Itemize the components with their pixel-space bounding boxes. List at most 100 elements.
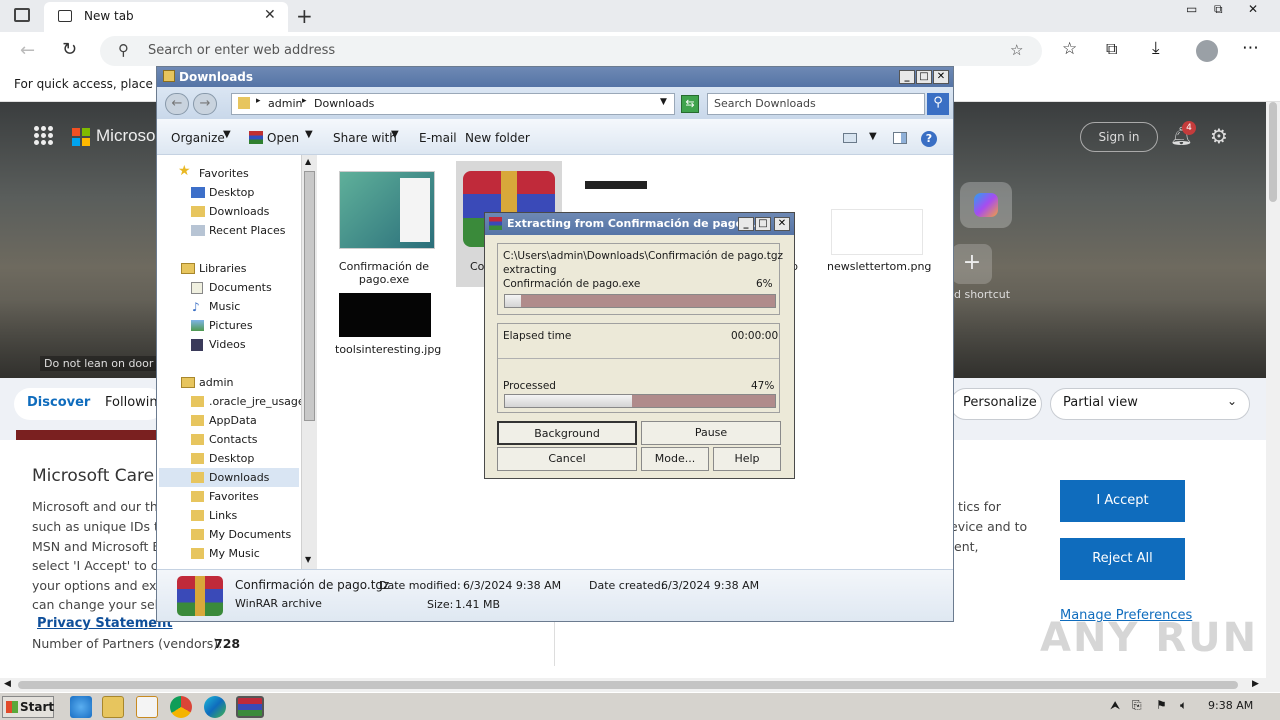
address-bar[interactable]: ⚲ Search or enter web address ☆: [100, 36, 1042, 66]
tab-following[interactable]: Followin: [105, 395, 158, 410]
jpg-file-thumbnail[interactable]: [339, 293, 431, 337]
nav-user-downloads[interactable]: Downloads: [209, 471, 269, 484]
help-icon[interactable]: ?: [921, 131, 937, 147]
file-label[interactable]: toolsinteresting.jpg: [335, 343, 441, 356]
nav-oracle-jre-usage[interactable]: .oracle_jre_usage: [209, 395, 305, 408]
accept-button[interactable]: I Accept: [1060, 480, 1185, 522]
edge-icon[interactable]: [204, 696, 226, 718]
favorites-icon[interactable]: ☆: [1062, 39, 1077, 59]
breadcrumb-dropdown-icon[interactable]: ▼: [660, 97, 667, 107]
tab-new[interactable]: New tab ✕: [44, 2, 288, 32]
background-button[interactable]: Background: [497, 421, 637, 445]
personalize-button[interactable]: Personalize: [950, 388, 1042, 420]
maximize-icon[interactable]: □: [916, 70, 932, 84]
flag-icon[interactable]: ⚑: [1156, 698, 1167, 712]
collections-icon[interactable]: ⧉: [1106, 39, 1117, 59]
settings-gear-icon[interactable]: ⚙: [1210, 124, 1228, 148]
preview-pane-icon[interactable]: [893, 132, 907, 144]
exe-file-thumbnail[interactable]: [339, 171, 435, 249]
forward-button-icon[interactable]: →: [193, 93, 217, 115]
mode-button[interactable]: Mode...: [641, 447, 709, 471]
tab-actions-icon[interactable]: [14, 8, 30, 22]
more-menu-icon[interactable]: ⋯: [1242, 38, 1259, 58]
file-label[interactable]: newslettertom.png: [827, 260, 931, 273]
sign-in-button[interactable]: Sign in: [1080, 122, 1158, 152]
downloads-icon[interactable]: ⤓: [1152, 38, 1160, 58]
profile-avatar[interactable]: [1196, 40, 1218, 62]
nav-libraries-header[interactable]: Libraries: [199, 262, 247, 275]
maximize-icon[interactable]: □: [755, 217, 771, 231]
nav-recent-places[interactable]: Recent Places: [209, 224, 286, 237]
share-with-menu[interactable]: Share with: [333, 131, 397, 145]
help-button[interactable]: Help: [713, 447, 781, 471]
explorer-titlebar[interactable]: Downloads _ □ ✕: [157, 67, 953, 87]
search-icon[interactable]: ⚲: [927, 93, 949, 115]
search-downloads-input[interactable]: Search Downloads: [707, 93, 925, 115]
png-file-thumbnail[interactable]: [831, 209, 923, 255]
apps-grid-icon[interactable]: [34, 126, 54, 146]
scroll-right-icon[interactable]: ▶: [1252, 679, 1259, 689]
close-browser-icon[interactable]: ✕: [1248, 2, 1258, 16]
breadcrumb[interactable]: ▸ admin ▸ Downloads ▼: [231, 93, 675, 115]
explorer-icon[interactable]: [102, 696, 124, 718]
nav-contacts[interactable]: Contacts: [209, 433, 258, 446]
page-horizontal-scrollbar[interactable]: ◀ ▶: [0, 678, 1280, 692]
minimize-icon[interactable]: _: [899, 70, 915, 84]
clock[interactable]: 9:38 AM: [1208, 699, 1253, 712]
cancel-button[interactable]: Cancel: [497, 447, 637, 471]
tray-expand-icon[interactable]: ⮝: [1110, 698, 1120, 713]
chevron-down-icon[interactable]: ▼: [391, 129, 399, 140]
image-file-thumbnail[interactable]: [585, 181, 647, 189]
refresh-icon[interactable]: ↻: [62, 39, 77, 60]
volume-icon[interactable]: 🔈︎: [1180, 698, 1187, 713]
copilot-shortcut-icon[interactable]: [960, 182, 1012, 228]
view-options-icon[interactable]: [843, 133, 857, 143]
start-button[interactable]: Start: [2, 696, 54, 718]
breadcrumb-separator-icon[interactable]: ▸: [256, 96, 261, 106]
nav-user-favorites[interactable]: Favorites: [209, 490, 259, 503]
nav-my-music[interactable]: My Music: [209, 547, 260, 560]
nav-favorites-header[interactable]: Favorites: [199, 167, 249, 180]
scroll-left-icon[interactable]: ◀: [4, 679, 11, 689]
add-shortcut-button[interactable]: +: [952, 244, 992, 284]
nav-downloads[interactable]: Downloads: [209, 205, 269, 218]
organize-menu[interactable]: Organize: [171, 131, 225, 145]
breadcrumb-separator-icon[interactable]: ▸: [302, 96, 307, 106]
back-icon[interactable]: ←: [20, 40, 35, 61]
network-icon[interactable]: ⎘: [1132, 698, 1142, 713]
new-tab-button[interactable]: +: [296, 4, 313, 28]
nav-pane-scrollbar[interactable]: ▲ ▼: [301, 155, 317, 569]
minimize-icon[interactable]: _: [738, 217, 754, 231]
tab-discover[interactable]: Discover: [27, 395, 90, 410]
close-icon[interactable]: ✕: [933, 70, 949, 84]
nav-user-desktop[interactable]: Desktop: [209, 452, 254, 465]
close-icon[interactable]: ✕: [774, 217, 790, 231]
breadcrumb-admin[interactable]: admin: [268, 97, 302, 110]
nav-music[interactable]: Music: [209, 300, 240, 313]
nav-documents[interactable]: Documents: [209, 281, 272, 294]
nav-appdata[interactable]: AppData: [209, 414, 257, 427]
nav-pictures[interactable]: Pictures: [209, 319, 253, 332]
add-favorite-icon[interactable]: ☆: [1010, 41, 1023, 59]
nav-links[interactable]: Links: [209, 509, 237, 522]
scroll-thumb[interactable]: [18, 681, 1238, 689]
winrar-taskbar-icon[interactable]: [236, 696, 264, 718]
chevron-down-icon[interactable]: ▼: [305, 129, 313, 140]
nav-admin-header[interactable]: admin: [199, 376, 233, 389]
scroll-down-icon[interactable]: ▼: [305, 555, 311, 564]
view-select[interactable]: Partial view ⌄: [1050, 388, 1250, 420]
chevron-down-icon[interactable]: ▼: [869, 131, 877, 142]
restore-browser-icon[interactable]: ⧉: [1214, 2, 1223, 17]
chevron-down-icon[interactable]: ▼: [223, 129, 231, 140]
refresh-icon[interactable]: ⇆: [681, 95, 699, 113]
scroll-thumb[interactable]: [304, 171, 315, 421]
rar-titlebar[interactable]: Extracting from Confirmación de pago....…: [485, 213, 794, 235]
minimize-browser-icon[interactable]: ▭: [1186, 2, 1197, 16]
email-button[interactable]: E-mail: [419, 131, 457, 145]
page-vertical-scrollbar[interactable]: [1266, 102, 1280, 678]
open-button[interactable]: Open: [267, 131, 299, 145]
privacy-statement-link[interactable]: Privacy Statement: [37, 616, 173, 631]
nav-videos[interactable]: Videos: [209, 338, 246, 351]
file-label[interactable]: Confirmación de pago.exe: [334, 260, 434, 286]
back-button-icon[interactable]: ←: [165, 93, 189, 115]
